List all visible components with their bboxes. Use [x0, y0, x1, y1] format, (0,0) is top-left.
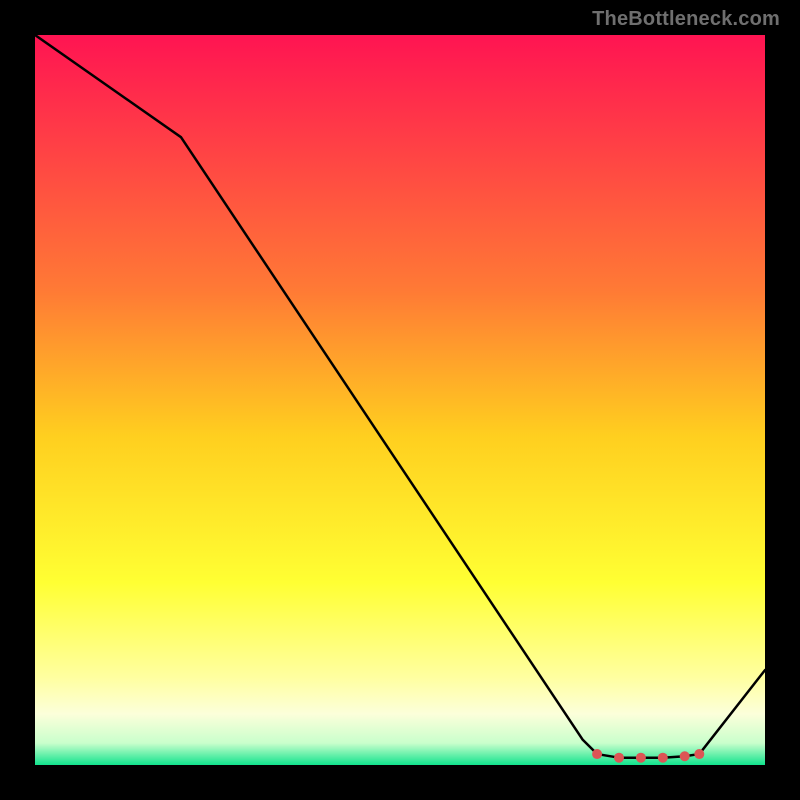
chart-container: TheBottleneck.com: [0, 0, 800, 800]
data-marker: [592, 749, 602, 759]
gradient-background: [35, 35, 765, 765]
data-marker: [680, 751, 690, 761]
data-marker: [614, 753, 624, 763]
data-marker: [694, 749, 704, 759]
chart-svg: [35, 35, 765, 765]
attribution-text: TheBottleneck.com: [592, 8, 780, 31]
plot-area: [35, 35, 765, 765]
data-marker: [636, 753, 646, 763]
data-marker: [658, 753, 668, 763]
